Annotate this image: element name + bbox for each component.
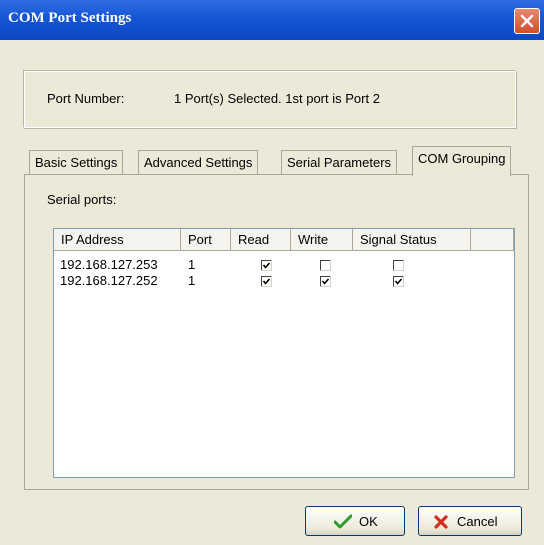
close-button[interactable] xyxy=(514,8,540,34)
close-icon xyxy=(520,14,534,28)
checkmark-icon xyxy=(334,514,352,529)
column-header-signal-status[interactable]: Signal Status xyxy=(353,229,471,251)
x-icon xyxy=(434,515,448,529)
port-number-label: Port Number: xyxy=(47,91,125,106)
row-ip-address: 192.168.127.252 xyxy=(60,273,158,288)
tab-com-grouping[interactable]: COM Grouping xyxy=(412,146,512,176)
write-checkbox[interactable] xyxy=(320,276,331,287)
serial-ports-list[interactable]: IP Address Port Read Write Signal Status… xyxy=(53,228,515,478)
read-checkbox[interactable] xyxy=(261,276,272,287)
column-header-read[interactable]: Read xyxy=(231,229,291,251)
window-title: COM Port Settings xyxy=(8,10,132,26)
write-checkbox[interactable] xyxy=(320,260,331,271)
tab-serial-parameters[interactable]: Serial Parameters xyxy=(281,150,398,174)
column-header-empty xyxy=(471,229,514,251)
column-header-port[interactable]: Port xyxy=(181,229,231,251)
row-ip-address: 192.168.127.253 xyxy=(60,257,158,272)
column-header-ip-address[interactable]: IP Address xyxy=(54,229,181,251)
title-bar[interactable]: COM Port Settings xyxy=(0,0,544,40)
column-header-write[interactable]: Write xyxy=(291,229,353,251)
signal-status-checkbox[interactable] xyxy=(393,276,404,287)
cancel-label: Cancel xyxy=(457,514,498,529)
port-number-value: 1 Port(s) Selected. 1st port is Port 2 xyxy=(174,91,380,106)
row-port: 1 xyxy=(188,273,196,288)
serial-ports-label: Serial ports: xyxy=(47,192,117,207)
com-port-settings-window: COM Port Settings Port Number: 1 Port(s)… xyxy=(0,0,544,545)
signal-status-checkbox[interactable] xyxy=(393,260,404,271)
row-port: 1 xyxy=(188,257,196,272)
ok-button[interactable]: OK xyxy=(305,506,405,536)
read-checkbox[interactable] xyxy=(261,260,272,271)
tab-advanced-settings[interactable]: Advanced Settings xyxy=(138,150,259,174)
tab-basic-settings[interactable]: Basic Settings xyxy=(29,150,124,174)
cancel-button[interactable]: Cancel xyxy=(418,506,522,536)
ok-label: OK xyxy=(359,514,378,529)
